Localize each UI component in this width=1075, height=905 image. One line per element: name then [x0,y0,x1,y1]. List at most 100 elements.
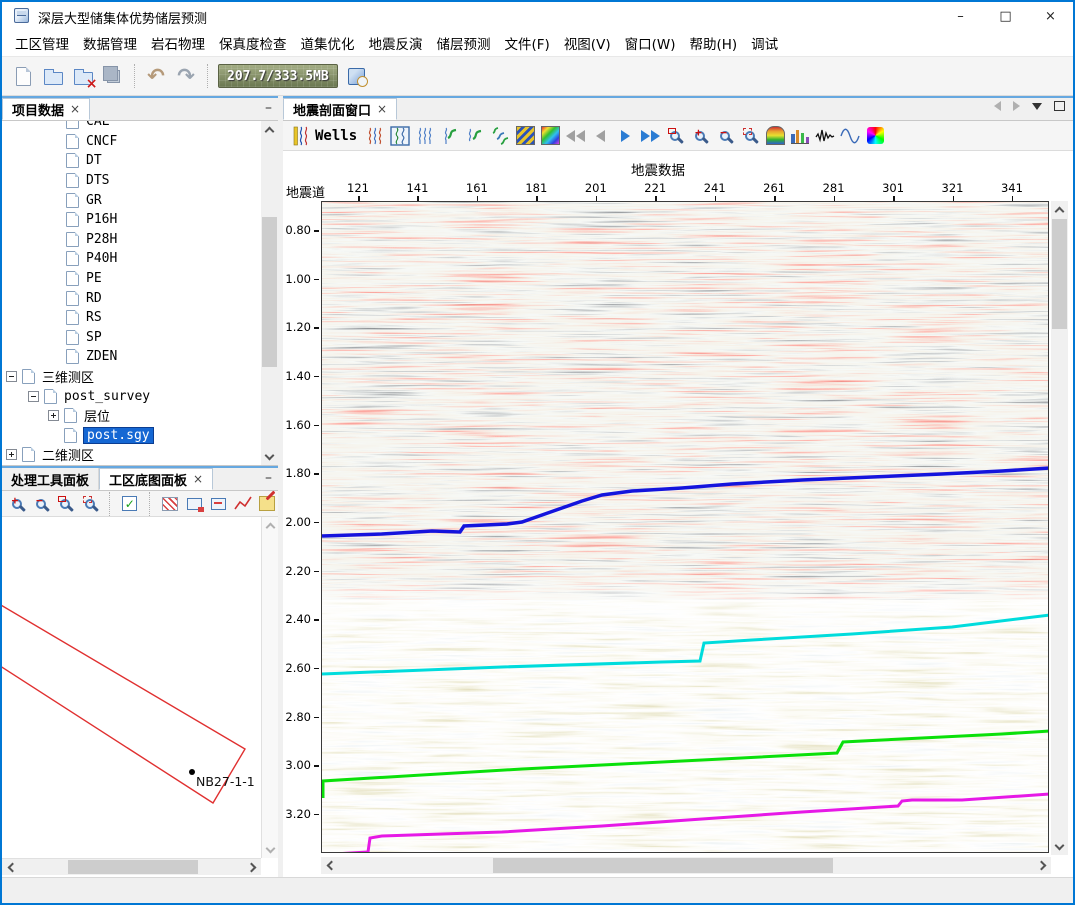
menu-item[interactable]: 道集优化 [294,30,362,56]
polyline-tool-button[interactable] [232,493,253,515]
map-hscrollbar[interactable] [2,858,261,875]
edit-notes-button[interactable] [257,493,278,515]
wiggle-multi-button[interactable] [489,125,511,147]
expander-icon[interactable] [6,371,17,382]
tab-seismic-section[interactable]: 地震剖面窗口 × [283,98,397,120]
wiggle-variable-area-button[interactable] [389,125,411,147]
zoom-reset-button[interactable] [79,493,100,515]
menu-item[interactable]: 文件(F) [498,30,557,56]
scroll-right-icon[interactable] [244,859,261,876]
seismic-image[interactable] [321,201,1049,853]
panel-minimize-button[interactable]: – [265,100,272,116]
expander-icon[interactable] [28,391,39,402]
tree-row[interactable]: post_survey [2,386,261,406]
tree-row[interactable]: CAL [2,121,261,132]
tab-list-dropdown-icon[interactable] [1032,103,1042,110]
survey-boundary-polygon[interactable] [2,601,245,803]
histogram-button[interactable] [789,125,811,147]
menu-item[interactable]: 地震反演 [362,30,430,56]
wiggle-display-button[interactable] [364,125,386,147]
scroll-left-icon[interactable] [2,859,19,876]
save-all-button[interactable] [98,61,128,91]
tree-row[interactable]: PE [2,269,261,289]
last-section-button[interactable] [639,125,661,147]
tab-close-icon[interactable]: × [70,102,80,116]
scroll-thumb[interactable] [262,217,277,367]
minimize-button[interactable]: – [938,2,983,30]
tree-row[interactable]: CNCF [2,132,261,152]
tree-row[interactable]: ZDEN [2,347,261,367]
tab-scroll-right-icon[interactable] [1013,101,1020,111]
data-manager-button[interactable] [342,61,372,91]
expander-icon[interactable] [48,410,59,421]
zoom-in-button[interactable]: + [6,493,27,515]
menu-item[interactable]: 视图(V) [557,30,618,56]
zoom-out-button[interactable]: − [714,125,736,147]
first-section-button[interactable] [564,125,586,147]
new-file-button[interactable] [8,61,38,91]
pattern-display-button[interactable] [514,125,536,147]
menu-item[interactable]: 窗口(W) [618,30,683,56]
tree-row[interactable]: P16H [2,210,261,230]
menu-item[interactable]: 调试 [744,30,785,56]
basemap-canvas[interactable]: NB27-1-1 [2,517,278,858]
menu-item[interactable]: 数据管理 [76,30,144,56]
scroll-thumb[interactable] [493,858,833,873]
wiggle-overlay1-button[interactable] [439,125,461,147]
trace-waveform-button[interactable] [814,125,836,147]
rect-annotation-button[interactable] [184,493,205,515]
tab-processing-tools[interactable]: 处理工具面板 [2,468,99,490]
tree-row[interactable]: DT [2,151,261,171]
scroll-up-icon[interactable] [262,517,278,534]
tree-row[interactable]: DTS [2,171,261,191]
tree-vscrollbar[interactable] [261,121,278,465]
scroll-right-icon[interactable] [1034,857,1051,874]
tab-project-data[interactable]: 项目数据 × [2,98,90,120]
menu-item[interactable]: 保真度检查 [212,30,294,56]
open-project-button[interactable] [38,61,68,91]
spectrum-display-button[interactable] [864,125,886,147]
wiggle-density-button[interactable] [414,125,436,147]
menu-item[interactable]: 岩石物理 [144,30,212,56]
close-project-button[interactable] [68,61,98,91]
zoom-window-button[interactable] [55,493,76,515]
project-tree[interactable]: CALCNCFDTDTSGRP16HP28HP40HPERDRSSPZDEN三维… [2,121,278,466]
survey-boundary-button[interactable] [159,493,180,515]
menu-item[interactable]: 储层预测 [430,30,498,56]
zoom-window-button[interactable] [664,125,686,147]
tree-row[interactable]: post.sgy [2,426,261,446]
tab-scroll-left-icon[interactable] [994,101,1001,111]
label-annotation-button[interactable] [208,493,229,515]
scroll-thumb[interactable] [68,860,198,874]
expander-icon[interactable] [6,449,17,460]
wiggle-overlay2-button[interactable] [464,125,486,147]
redo-button[interactable]: ↷ [171,61,201,91]
zoom-dynamic-button[interactable] [739,125,761,147]
scroll-thumb[interactable] [1052,219,1067,329]
maximize-button[interactable]: □ [983,2,1028,30]
color-scale-button[interactable] [764,125,786,147]
scroll-down-icon[interactable] [1051,838,1068,855]
next-section-button[interactable] [614,125,636,147]
wavelet-display-button[interactable] [839,125,861,147]
tree-row[interactable]: RD [2,288,261,308]
menu-item[interactable]: 工区管理 [8,30,76,56]
map-vscrollbar[interactable] [261,517,278,858]
tree-row[interactable]: GR [2,190,261,210]
tree-row[interactable]: 三维测区 [2,367,261,387]
menu-item[interactable]: 帮助(H) [682,30,744,56]
colormap-display-button[interactable] [539,125,561,147]
tree-row[interactable]: P40H [2,249,261,269]
scroll-down-icon[interactable] [261,448,278,465]
seismic-hscrollbar[interactable] [321,857,1051,874]
tab-basemap[interactable]: 工区底图面板 × [99,468,213,490]
scroll-down-icon[interactable] [262,841,278,858]
tree-row[interactable]: 二维测区 [2,445,261,465]
close-button[interactable]: × [1028,2,1073,30]
scroll-up-icon[interactable] [261,121,278,138]
scroll-left-icon[interactable] [321,857,338,874]
tab-close-icon[interactable]: × [377,102,387,116]
seismic-vscrollbar[interactable] [1051,201,1068,855]
wells-button[interactable]: Wells [288,125,361,147]
well-marker[interactable] [189,769,195,775]
